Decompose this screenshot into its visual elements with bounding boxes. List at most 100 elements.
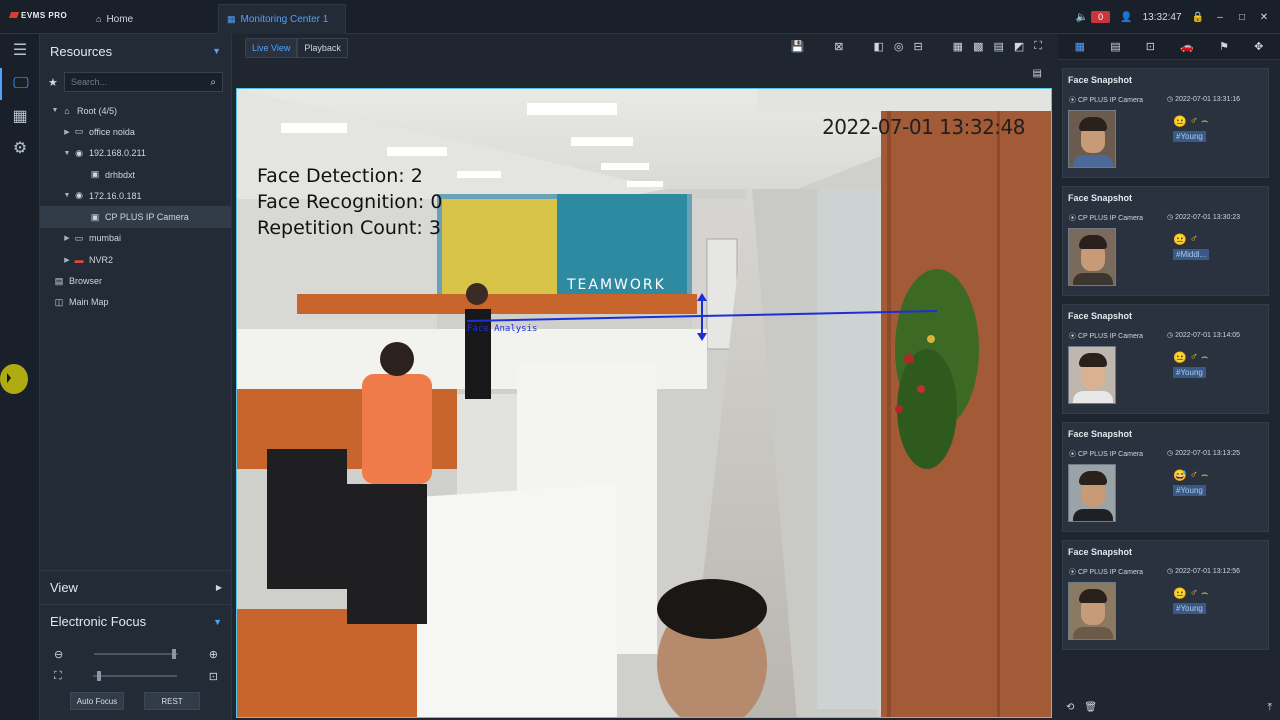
- tree-item-cp-plus-ip-camera[interactable]: ▣ CP PLUS IP Camera: [40, 206, 231, 228]
- nav-devices[interactable]: ⚙: [0, 132, 40, 164]
- map-icon: ◫: [54, 296, 64, 307]
- custom-layout-icon[interactable]: ◩: [1014, 40, 1024, 53]
- favorites-star-icon[interactable]: ★: [48, 76, 64, 89]
- resources-header[interactable]: Resources ▼: [40, 34, 231, 68]
- tab-ptz-icon[interactable]: ⚑: [1219, 40, 1229, 53]
- expand-arrow-icon[interactable]: ▼: [62, 150, 72, 157]
- snapshot-card[interactable]: Face Snapshot ⦿ CP PLUS IP Camera ◷ 2022…: [1062, 68, 1269, 178]
- layout-4-icon[interactable]: ▦: [953, 40, 963, 53]
- maximize-button[interactable]: □: [1236, 12, 1248, 23]
- focus-far-icon[interactable]: ⊡: [209, 670, 218, 683]
- minimize-button[interactable]: –: [1214, 12, 1226, 23]
- gender-male-icon: ♂: [1189, 115, 1198, 127]
- tab-vehicle-icon[interactable]: 🚗: [1180, 40, 1194, 53]
- age-tag: #Young: [1173, 603, 1206, 614]
- tree-item-label: drhbdxt: [105, 169, 136, 180]
- snapshot-card[interactable]: Face Snapshot ⦿ CP PLUS IP Camera ◷ 2022…: [1062, 304, 1269, 414]
- app-logo: EVMS PRO: [8, 11, 67, 20]
- gender-male-icon: ♂: [1189, 587, 1198, 599]
- devices-icon: ⚙: [12, 140, 28, 157]
- tree-item-main-map[interactable]: ◫ Main Map: [40, 292, 231, 313]
- zoom-in-icon[interactable]: ⊕: [209, 648, 218, 661]
- device-tree: ▼ ⌂ Root (4/5) ▶ ▭ office noida ▼ ◉ 192.168.0.…: [40, 100, 231, 313]
- expand-arrow-icon[interactable]: ▼: [50, 107, 60, 114]
- face-thumbnail[interactable]: [1068, 464, 1116, 522]
- save-icon[interactable]: 💾: [791, 40, 805, 53]
- home-icon: ⌂: [96, 14, 102, 24]
- tree-item-mumbai[interactable]: ▶ ▭ mumbai: [40, 228, 231, 249]
- record-icon[interactable]: ◎: [894, 40, 904, 53]
- zoom-slider-knob[interactable]: [172, 649, 176, 659]
- tree-item-label: office noida: [89, 126, 135, 137]
- layout-16-icon[interactable]: ▤: [993, 40, 1003, 53]
- tab-home[interactable]: ⌂ Home: [88, 4, 198, 34]
- face-thumbnail[interactable]: [1068, 110, 1116, 168]
- window-icon[interactable]: ⊟: [913, 40, 922, 53]
- pin-to-top-icon[interactable]: ⤒: [1268, 702, 1272, 713]
- collapse-arrow-icon[interactable]: ▶: [62, 234, 72, 242]
- tab-playback[interactable]: Playback: [297, 38, 348, 58]
- snapshot-title: Face Snapshot: [1068, 311, 1133, 321]
- snapshot-time-label: 2022-07-01 13:14:05: [1175, 332, 1241, 339]
- snapshot-card[interactable]: Face Snapshot ⦿ CP PLUS IP Camera ◷ 2022…: [1062, 422, 1269, 532]
- expand-arrow-icon[interactable]: ▼: [62, 192, 72, 199]
- user-icon[interactable]: 👤: [1120, 12, 1132, 23]
- focus-near-icon[interactable]: ⛶: [54, 670, 62, 683]
- view-section-title: View: [50, 580, 78, 595]
- alarm-button[interactable]: 🔈 0: [1076, 11, 1111, 23]
- face-thumbnail[interactable]: [1068, 228, 1116, 286]
- tab-list-icon[interactable]: ▤: [1110, 40, 1120, 53]
- search-input[interactable]: Search... ⌕: [64, 72, 223, 92]
- location-pin-icon: ⦿: [1069, 215, 1078, 222]
- collapse-arrow-icon[interactable]: ▶: [62, 256, 72, 264]
- channel-icon: ▣: [90, 169, 100, 180]
- tab-face-icon[interactable]: ⊡: [1146, 40, 1155, 53]
- face-snapshot-list: Face Snapshot ⦿ CP PLUS IP Camera ◷ 2022…: [1058, 64, 1270, 650]
- tree-item-browser[interactable]: ▤ Browser: [40, 270, 231, 291]
- live-video-window[interactable]: TEAMWORK Face Analysis 2022-07-01 13:32:…: [236, 88, 1052, 718]
- overlay-label: Face Analysis: [467, 324, 537, 334]
- focus-section-header[interactable]: Electronic Focus ▼: [40, 604, 232, 638]
- tab-direction-icon[interactable]: ✥: [1254, 40, 1263, 53]
- zoom-out-icon[interactable]: ⊖: [54, 648, 63, 661]
- chevron-down-icon: ▼: [213, 616, 222, 627]
- sidebar-toggle-icon[interactable]: ◧: [873, 40, 883, 53]
- focus-section-title: Electronic Focus: [50, 614, 147, 629]
- close-all-icon[interactable]: ⊠: [834, 40, 843, 53]
- zoom-slider[interactable]: [94, 649, 178, 659]
- tab-events-icon[interactable]: ▦: [1075, 40, 1085, 53]
- list-icon[interactable]: ▤: [1033, 68, 1042, 79]
- snapshot-footer: ⟲ 🗑 ⤒: [1058, 694, 1280, 720]
- tree-item-root[interactable]: ▼ ⌂ Root (4/5): [40, 100, 231, 121]
- clock-icon: ◷: [1167, 214, 1176, 221]
- tab-live-view[interactable]: Live View: [245, 38, 298, 58]
- nav-live-view[interactable]: 🖵: [0, 68, 40, 100]
- trash-icon[interactable]: 🗑: [1084, 702, 1097, 713]
- tree-item-drhbdxt[interactable]: ▣ drhbdxt: [40, 164, 231, 185]
- menu-button[interactable]: ☰: [0, 34, 40, 66]
- rest-button[interactable]: REST: [144, 692, 200, 710]
- tree-item-label: Browser: [69, 276, 103, 287]
- view-section-header[interactable]: View ▶: [40, 570, 232, 604]
- tree-item-192-168-0-211[interactable]: ▼ ◉ 192.168.0.211: [40, 143, 231, 164]
- close-button[interactable]: ✕: [1258, 12, 1270, 23]
- layout-9-icon[interactable]: ▩: [973, 40, 983, 53]
- snapshot-card[interactable]: Face Snapshot ⦿ CP PLUS IP Camera ◷ 2022…: [1062, 186, 1269, 296]
- snapshot-time: ◷ 2022-07-01 13:31:16: [1167, 95, 1240, 103]
- collapse-arrow-icon[interactable]: ▶: [62, 128, 72, 136]
- snapshot-card[interactable]: Face Snapshot ⦿ CP PLUS IP Camera ◷ 2022…: [1062, 540, 1269, 650]
- history-icon[interactable]: ⟲: [1066, 702, 1074, 713]
- face-thumbnail[interactable]: [1068, 582, 1116, 640]
- tree-item-nvr2[interactable]: ▶ ▬ NVR2: [40, 249, 231, 270]
- tab-monitoring-center[interactable]: ▦ Monitoring Center 1: [218, 4, 346, 34]
- tree-item-172-16-0-181[interactable]: ▼ ◉ 172.16.0.181: [40, 185, 231, 206]
- face-thumbnail[interactable]: [1068, 346, 1116, 404]
- focus-slider-knob[interactable]: [97, 671, 102, 681]
- focus-slider[interactable]: [93, 671, 178, 681]
- nav-layout[interactable]: ▦: [0, 100, 40, 132]
- emotion-icon: 😐: [1173, 234, 1187, 246]
- lock-icon[interactable]: 🔒: [1192, 12, 1204, 23]
- fullscreen-icon[interactable]: ⛶: [1034, 40, 1042, 53]
- auto-focus-button[interactable]: Auto Focus: [70, 692, 124, 710]
- tree-item-office-noida[interactable]: ▶ ▭ office noida: [40, 121, 231, 142]
